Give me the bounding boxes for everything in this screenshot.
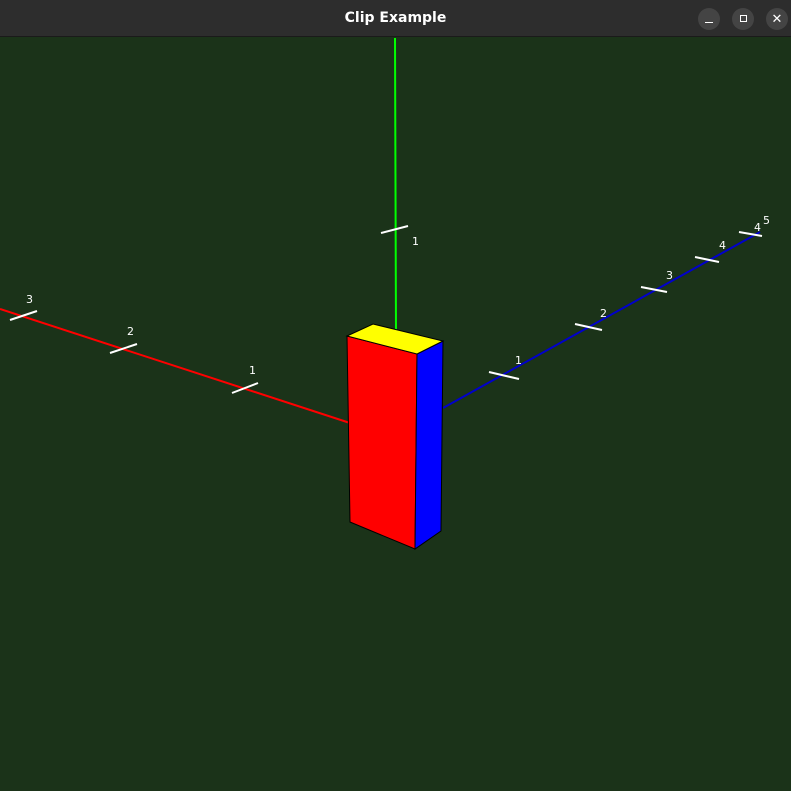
z-tick-label-4: 4: [719, 239, 726, 252]
y-tick-1: [380, 225, 409, 234]
x-tick-label-1: 1: [249, 364, 256, 377]
maximize-button[interactable]: [732, 8, 754, 30]
z-tick-label-3: 3: [666, 269, 673, 282]
z-tick-label-2: 2: [600, 307, 607, 320]
y-tick-label-1: 1: [412, 235, 419, 248]
z-axis-line: [442, 231, 761, 409]
z-tick-2: [574, 323, 603, 331]
title-bar[interactable]: Clip Example ✕: [0, 0, 791, 37]
app-window: Clip Example ✕ 1 2 3 1 1 2 3 4 4 5: [0, 0, 791, 791]
x-tick-3: [9, 310, 38, 321]
x-tick-label-3: 3: [26, 293, 33, 306]
minimize-icon: [705, 22, 713, 23]
close-icon: ✕: [771, 12, 783, 27]
x-tick-label-2: 2: [127, 325, 134, 338]
box-side-face: [414, 340, 444, 550]
window-title: Clip Example: [344, 10, 447, 26]
minimize-button[interactable]: [698, 8, 720, 30]
maximize-icon: [739, 15, 747, 22]
box-front-face: [346, 335, 418, 550]
z-tick-label-5: 5: [763, 214, 770, 227]
close-button[interactable]: ✕: [766, 8, 788, 30]
z-tick-label-1: 1: [515, 354, 522, 367]
z-tick-label-4b: 4: [754, 221, 761, 234]
gl-viewport[interactable]: 1 2 3 1 1 2 3 4 4 5: [0, 37, 791, 791]
scene-canvas: 1 2 3 1 1 2 3 4 4 5: [0, 37, 770, 550]
x-axis-line: [0, 308, 351, 424]
y-axis-line: [394, 37, 397, 337]
